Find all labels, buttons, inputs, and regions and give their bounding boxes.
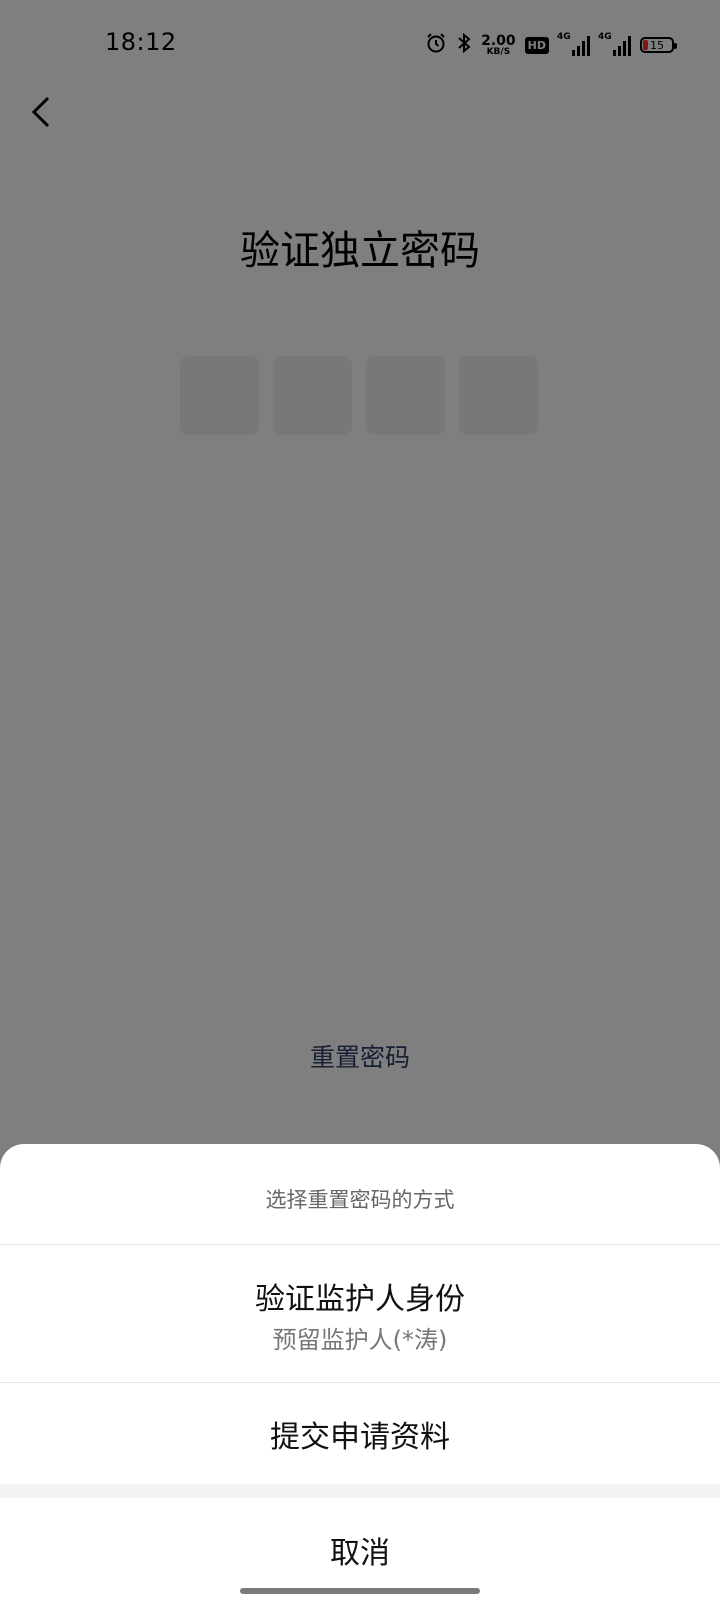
- cancel-button[interactable]: 取消: [0, 1528, 720, 1572]
- option-verify-guardian-sublabel: 预留监护人(*涛): [272, 1326, 448, 1354]
- divider: [0, 1382, 720, 1383]
- home-indicator[interactable]: [240, 1588, 480, 1594]
- sheet-title: 选择重置密码的方式: [265, 1188, 455, 1212]
- sheet-separator: [0, 1484, 720, 1498]
- divider: [0, 1244, 720, 1245]
- option-submit-application[interactable]: 提交申请资料: [0, 1412, 720, 1456]
- option-verify-guardian-label: 验证监护人身份: [255, 1282, 465, 1317]
- reset-method-sheet: 选择重置密码的方式 验证监护人身份 预留监护人(*涛) 提交申请资料 取消: [0, 1144, 720, 1600]
